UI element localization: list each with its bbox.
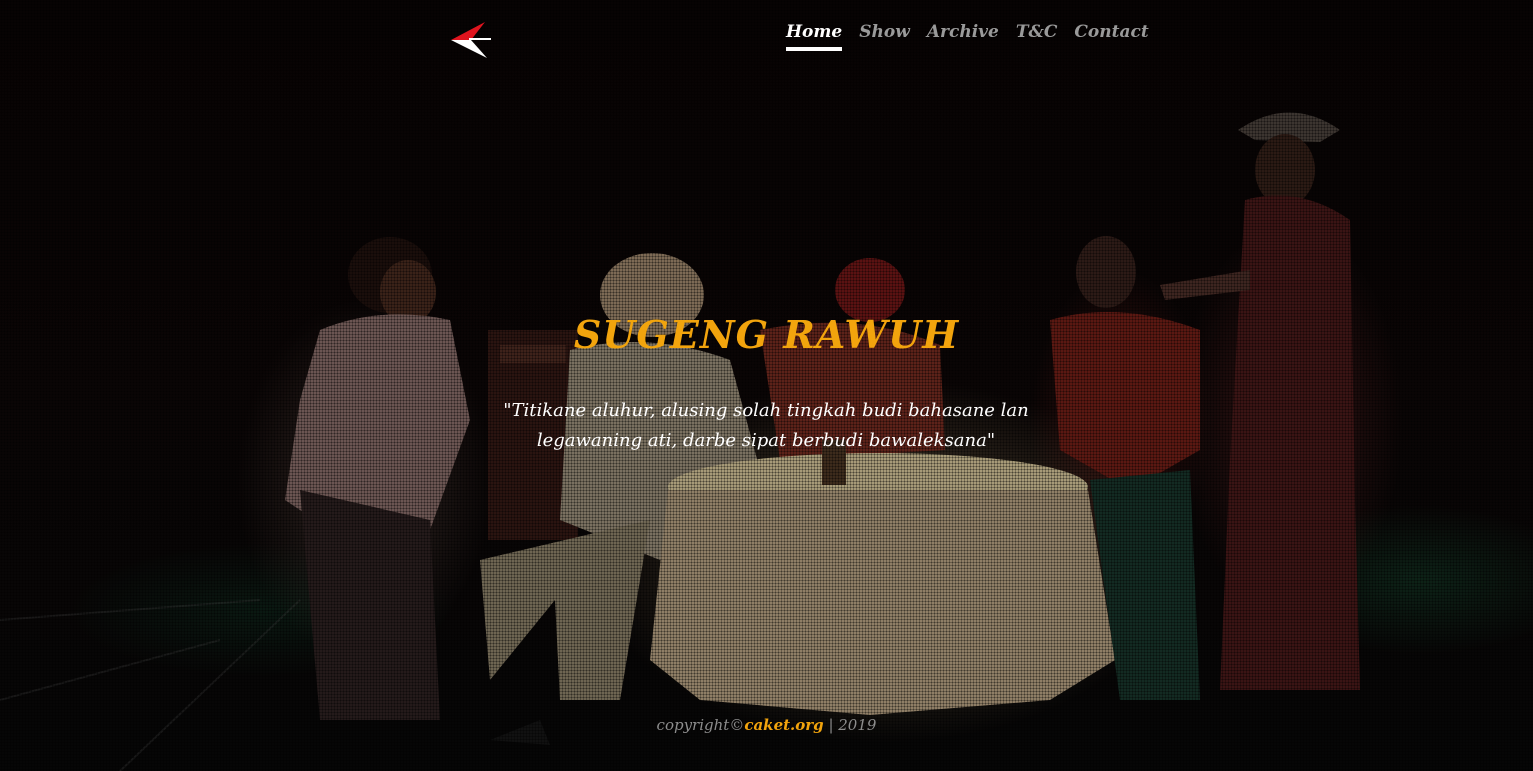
hero-quote-line-2: legawaning ati, darbe sipat berbudi bawa…	[536, 430, 996, 451]
nav-home-link[interactable]: Home	[786, 20, 843, 51]
nav-tc-link[interactable]: T&C	[1016, 20, 1058, 51]
brand-link[interactable]: caket.org	[744, 716, 823, 734]
hero-title: SUGENG RAWUH	[573, 312, 960, 357]
hero-quote-line-1: "Titikane aluhur, alusing solah tingkah …	[503, 400, 1029, 421]
hero-quote: "Titikane aluhur, alusing solah tingkah …	[466, 396, 1066, 456]
stage-floor	[0, 599, 301, 771]
landing-page: Home Show Archive T&C Contact SUGENG RAW…	[0, 0, 1533, 771]
copyright-prefix: copyright©	[656, 716, 745, 734]
background-stage-photo	[0, 112, 1360, 771]
copyright-year: 2019	[838, 716, 877, 734]
actor-left-figure	[285, 237, 470, 720]
main-nav: Home Show Archive T&C Contact	[786, 20, 1149, 54]
footer-copyright: copyright©caket.org | 2019	[0, 716, 1533, 734]
arrow-logo-icon[interactable]	[449, 20, 495, 60]
nav-archive-link[interactable]: Archive	[927, 20, 999, 51]
copyright-separator: |	[823, 716, 839, 734]
nav-show-link[interactable]: Show	[859, 20, 910, 51]
nav-contact-link[interactable]: Contact	[1074, 20, 1148, 51]
round-table	[650, 440, 1115, 715]
